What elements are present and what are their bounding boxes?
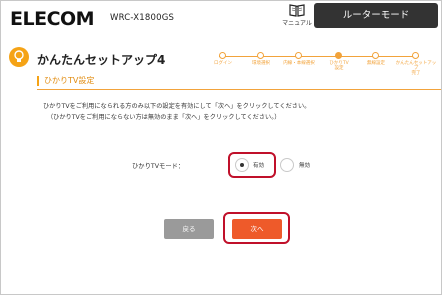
section-accent (37, 76, 39, 86)
setup-window: ELECOM WRC-X1800GS マニュアル ルーターモード かんたんセット… (0, 0, 442, 295)
step-dot-hikaritv (335, 52, 342, 59)
section-title: ひかりTV設定 (44, 76, 95, 85)
radio-disable-circle[interactable] (280, 158, 294, 172)
description: ひかりTVをご利用になられる方のみ以下の設定を有効にして「次へ」をクリックしてく… (43, 101, 435, 123)
radio-disable[interactable]: 無効 (278, 156, 328, 174)
radio-enable[interactable]: 有効 (228, 152, 276, 178)
router-mode-button[interactable]: ルーターモード (314, 3, 438, 28)
manual-button[interactable]: マニュアル (277, 4, 317, 28)
next-button[interactable]: 次へ (232, 219, 282, 239)
description-line-1: ひかりTVをご利用になられる方のみ以下の設定を有効にして「次へ」をクリックしてく… (43, 103, 311, 110)
step-dot-environment (257, 52, 264, 59)
step-dot-line-select (295, 52, 302, 59)
step-dot-wireless (372, 52, 379, 59)
step-dot-complete (412, 52, 419, 59)
description-line-2: （ひかりTVをご利用にならない方は無効のまま「次へ」をクリックしてください。） (47, 114, 281, 121)
radio-enable-circle[interactable] (235, 158, 249, 172)
back-button[interactable]: 戻る (164, 219, 214, 239)
page-title: かんたんセットアップ4 (37, 53, 166, 67)
radio-disable-label: 無効 (299, 163, 311, 169)
radio-selected-dot (240, 163, 244, 167)
model-name: WRC-X1800GS (110, 13, 175, 23)
step-label-line-select: 内線・本線選択 (283, 61, 315, 66)
section-header: ひかりTV設定 (37, 75, 441, 87)
step-label-wireless: 無線設定 (367, 61, 385, 66)
manual-label: マニュアル (282, 20, 312, 27)
radio-enable-label: 有効 (253, 163, 265, 169)
section-divider (37, 89, 441, 90)
hikaritv-mode-label: ひかりTVモード： (132, 163, 185, 170)
step-label-complete: かんたんセットアップ 完了 (395, 61, 437, 76)
step-dot-login (219, 52, 226, 59)
step-line (219, 56, 419, 57)
elecom-logo: ELECOM (10, 8, 95, 30)
bulb-icon (9, 47, 29, 67)
book-icon (289, 4, 305, 17)
